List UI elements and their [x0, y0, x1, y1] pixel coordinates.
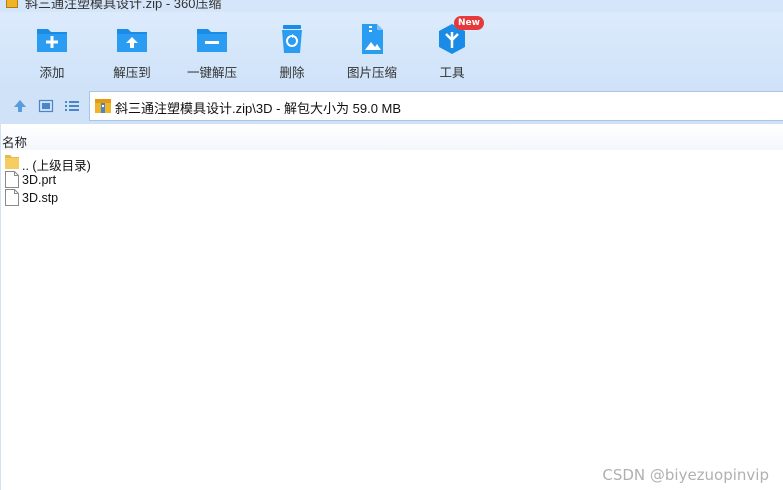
delete-label: 删除	[279, 66, 305, 80]
folder-add-icon	[37, 29, 67, 52]
new-badge: New	[454, 16, 484, 30]
address-bar[interactable]: 斜三通注塑模具设计.zip\3D - 解包大小为 59.0 MB	[89, 91, 783, 121]
column-header: 名称	[1, 124, 783, 150]
navigation-bar: 斜三通注塑模具设计.zip\3D - 解包大小为 59.0 MB	[0, 88, 783, 124]
folder-icon	[5, 155, 19, 169]
extract-to-label: 解压到	[113, 66, 151, 80]
list-item[interactable]: 3D.prt	[5, 171, 85, 189]
tools-label: 工具	[439, 66, 465, 80]
window-title: 斜三通注塑模具设计.zip - 360压缩	[25, 0, 222, 11]
file-name: 3D.stp	[22, 191, 59, 205]
toolbar: 添加 解压到 一键解压 删除 图片压缩 New 工具	[0, 12, 783, 88]
column-name-header[interactable]: 名称	[2, 132, 27, 151]
folder-extract-icon	[117, 29, 147, 52]
thumbnail-view-icon[interactable]	[38, 98, 54, 114]
file-list: 名称 .. (上级目录) 3D.prt 3D.stp	[0, 124, 783, 490]
folder-one-click-extract-icon	[197, 29, 227, 52]
image-compress-icon	[362, 24, 383, 54]
file-name: 3D.prt	[22, 173, 57, 187]
file-icon	[5, 189, 19, 206]
address-path: 斜三通注塑模具设计.zip\3D - 解包大小为 59.0 MB	[115, 101, 402, 116]
arrow-up-icon[interactable]	[12, 98, 28, 114]
extract-to-button[interactable]: 解压到	[92, 12, 172, 88]
title-bar: 斜三通注塑模具设计.zip - 360压缩	[0, 0, 783, 12]
one-click-extract-button[interactable]: 一键解压	[172, 12, 252, 88]
image-compress-label: 图片压缩	[346, 66, 397, 80]
list-view-icon[interactable]	[64, 98, 80, 114]
file-icon	[5, 171, 19, 188]
list-item[interactable]: 3D.stp	[5, 189, 85, 207]
app-icon	[6, 0, 18, 8]
add-label: 添加	[39, 66, 65, 80]
one-click-extract-label: 一键解压	[186, 66, 237, 80]
delete-button[interactable]: 删除	[252, 12, 332, 88]
watermark: CSDN @biyezuopinvip	[602, 466, 769, 484]
tools-button[interactable]: New 工具	[412, 12, 492, 88]
list-item[interactable]: .. (上级目录)	[5, 153, 125, 173]
add-button[interactable]: 添加	[12, 12, 92, 88]
zip-archive-icon	[95, 99, 111, 113]
recycle-bin-icon	[282, 25, 302, 53]
image-compress-button[interactable]: 图片压缩	[332, 12, 412, 88]
